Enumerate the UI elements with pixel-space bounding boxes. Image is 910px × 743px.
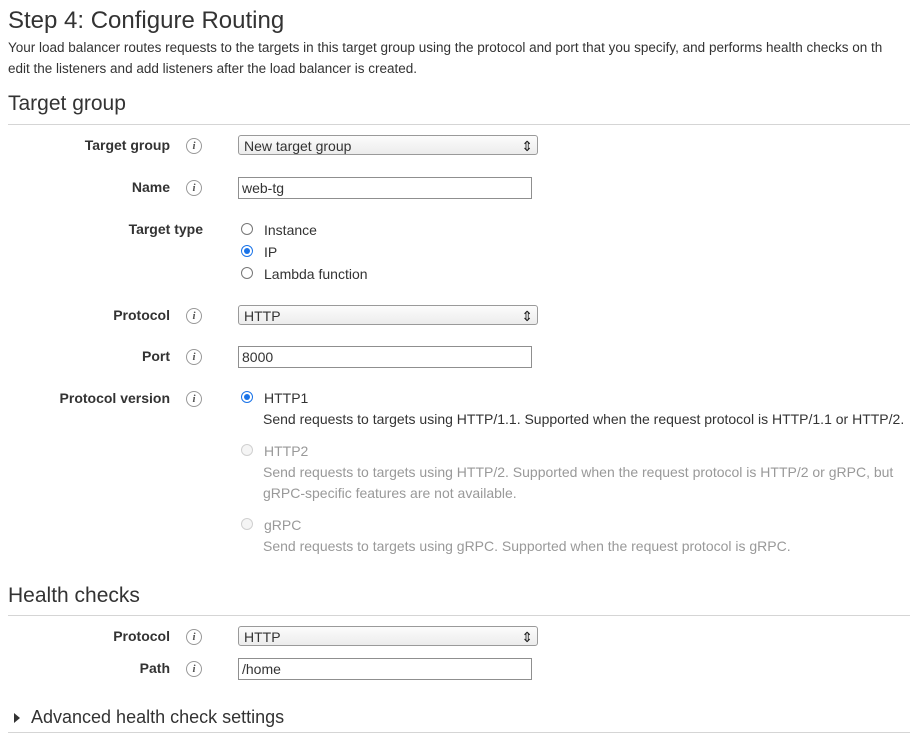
section-divider: [8, 124, 910, 125]
radio-http1[interactable]: [241, 391, 253, 403]
protocol-version-label: Protocol version: [59, 390, 170, 406]
name-input[interactable]: web-tg: [238, 177, 532, 199]
caret-right-icon: [14, 713, 20, 723]
section-title-target-group: Target group: [8, 92, 126, 115]
radio-grpc: [241, 518, 253, 530]
section-divider: [8, 732, 910, 733]
health-path-input[interactable]: /home: [238, 658, 532, 680]
http2-help-text-1: Send requests to targets using HTTP/2. S…: [263, 464, 894, 480]
target-group-label: Target group: [84, 137, 170, 153]
protocol-label: Protocol: [113, 307, 170, 323]
option-ip[interactable]: IP: [264, 244, 277, 260]
radio-instance[interactable]: [241, 223, 253, 235]
info-icon[interactable]: i: [186, 661, 202, 677]
info-icon[interactable]: i: [186, 308, 202, 324]
page-title: Step 4: Configure Routing: [8, 7, 285, 34]
section-divider: [8, 615, 910, 616]
chevron-updown-icon: ⇕: [521, 629, 533, 645]
info-icon[interactable]: i: [186, 629, 202, 645]
target-group-select[interactable]: New target group ⇕: [238, 135, 538, 155]
name-label: Name: [131, 179, 170, 195]
health-protocol-select[interactable]: HTTP ⇕: [238, 626, 538, 646]
info-icon[interactable]: i: [186, 391, 202, 407]
target-type-label: Target type: [128, 221, 203, 237]
description-line-1: Your load balancer routes requests to th…: [8, 40, 883, 55]
http1-help-text: Send requests to targets using HTTP/1.1.…: [263, 411, 905, 427]
option-instance[interactable]: Instance: [264, 222, 317, 238]
health-protocol-select-value: HTTP: [244, 629, 281, 645]
description-line-2: edit the listeners and add listeners aft…: [8, 61, 417, 76]
http2-help-text-2: gRPC-specific features are not available…: [263, 485, 517, 501]
option-lambda-function[interactable]: Lambda function: [264, 266, 368, 282]
target-group-select-value: New target group: [244, 138, 352, 154]
radio-ip[interactable]: [241, 245, 253, 257]
protocol-select[interactable]: HTTP ⇕: [238, 305, 538, 325]
info-icon[interactable]: i: [186, 138, 202, 154]
advanced-health-check-label: Advanced health check settings: [31, 707, 285, 727]
option-http2: HTTP2: [264, 443, 309, 459]
info-icon[interactable]: i: [186, 349, 202, 365]
info-icon[interactable]: i: [186, 180, 202, 196]
port-input[interactable]: 8000: [238, 346, 532, 368]
option-http1[interactable]: HTTP1: [264, 390, 308, 406]
radio-lambda[interactable]: [241, 267, 253, 279]
advanced-health-check-toggle[interactable]: Advanced health check settings: [14, 707, 614, 731]
radio-http2: [241, 444, 253, 456]
option-grpc: gRPC: [264, 517, 302, 533]
grpc-help-text: Send requests to targets using gRPC. Sup…: [263, 538, 791, 554]
section-title-health-checks: Health checks: [8, 584, 140, 607]
health-protocol-label: Protocol: [113, 628, 170, 644]
chevron-updown-icon: ⇕: [521, 138, 533, 154]
health-path-label: Path: [139, 660, 170, 676]
page-description: Your load balancer routes requests to th…: [8, 37, 910, 79]
protocol-select-value: HTTP: [244, 308, 281, 324]
port-label: Port: [142, 348, 170, 364]
chevron-updown-icon: ⇕: [521, 308, 533, 324]
